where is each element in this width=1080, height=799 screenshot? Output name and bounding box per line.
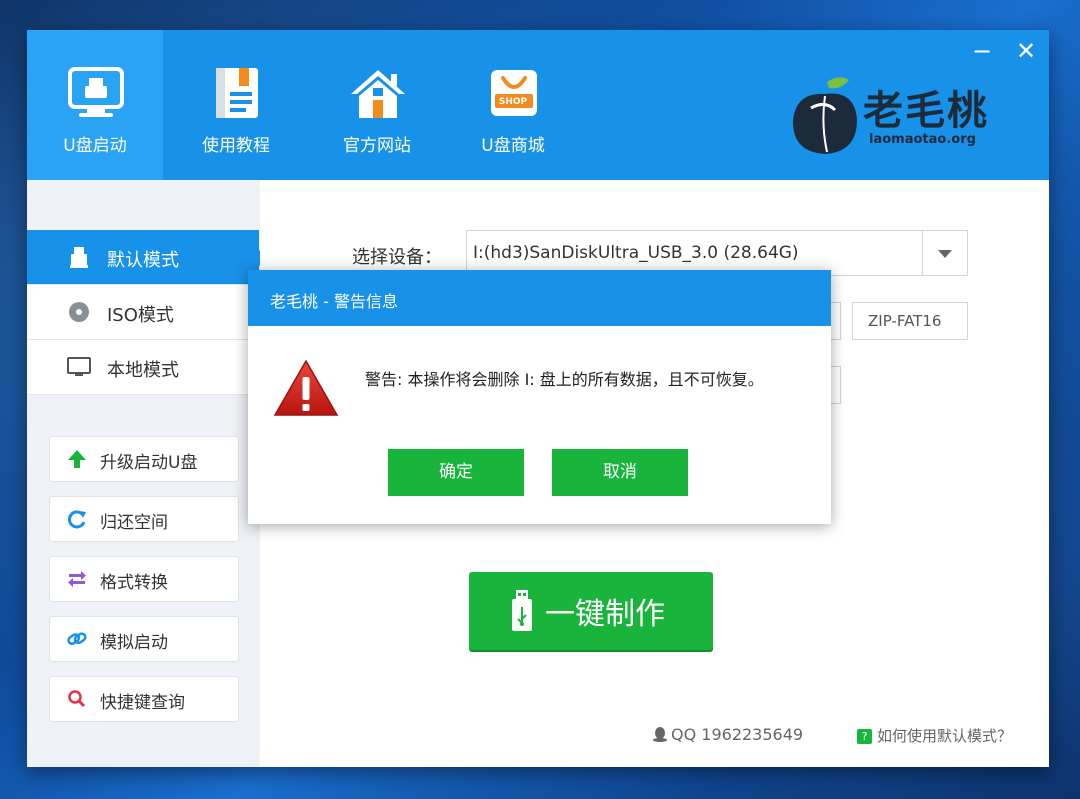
help-text: 如何使用默认模式？ — [877, 727, 1013, 745]
mode-iso[interactable]: ISO模式 — [27, 285, 260, 340]
brand-url: laomaotao.org — [869, 132, 976, 147]
nav-label: U盘商城 — [481, 136, 545, 156]
nav-label: 官方网站 — [343, 136, 411, 156]
hotkey-query-button[interactable]: 快捷键查询 — [49, 676, 239, 722]
shop-badge: SHOP — [498, 97, 528, 107]
qq-penguin-icon — [653, 727, 667, 742]
tool-label: 归还空间 — [100, 513, 168, 533]
peach-logo-icon — [793, 77, 857, 154]
minimize-button[interactable]: − — [969, 38, 995, 64]
refresh-icon — [68, 510, 86, 529]
sidebar: 默认模式 ISO模式 本地模式 升级启动U盘 归还空间 格式转换 模拟启动 快捷… — [27, 180, 267, 767]
warning-message: 警告: 本操作将会删除 I: 盘上的所有数据，且不可恢复。 — [365, 370, 764, 389]
make-button-label: 一键制作 — [545, 597, 665, 632]
qq-contact: QQ 1962235649 — [652, 725, 803, 744]
mode-label: 默认模式 — [107, 250, 179, 271]
upgrade-usb-button[interactable]: 升级启动U盘 — [49, 436, 239, 482]
monitor-usb-icon — [68, 67, 124, 117]
nav-usb-boot[interactable]: U盘启动 — [27, 30, 163, 180]
search-icon — [68, 690, 86, 708]
format-select[interactable]: ZIP-FAT16 — [852, 302, 968, 340]
nav-website[interactable]: 官方网站 — [309, 30, 445, 180]
document-icon — [216, 68, 258, 118]
header-bar: U盘启动 使用教程 官方网站 SHOP U盘商城 − ✕ 老毛桃 laomaot… — [27, 30, 1049, 180]
nav-label: 使用教程 — [202, 136, 270, 156]
cancel-button[interactable]: 取消 — [552, 449, 688, 496]
nav-tutorial[interactable]: 使用教程 — [168, 30, 304, 180]
nav-label: U盘启动 — [63, 136, 127, 156]
mode-label: 本地模式 — [107, 360, 179, 381]
tool-label: 格式转换 — [100, 573, 168, 593]
device-value: I:(hd3)SanDiskUltra_USB_3.0 (28.64G) — [473, 243, 799, 263]
shop-bag-icon — [491, 70, 537, 116]
home-icon — [351, 70, 405, 118]
mode-default[interactable]: 默认模式 — [27, 230, 267, 285]
chevron-down-icon[interactable] — [922, 231, 967, 275]
confirm-button[interactable]: 确定 — [388, 449, 524, 496]
brand-logo: 老毛桃 laomaotao.org — [791, 70, 1021, 160]
usb-drive-icon — [70, 247, 88, 268]
help-link[interactable]: ? 如何使用默认模式？ — [857, 725, 1012, 746]
help-icon: ? — [857, 729, 872, 744]
disc-icon — [69, 302, 89, 322]
device-label: 选择设备： — [352, 247, 442, 268]
restore-space-button[interactable]: 归还空间 — [49, 496, 239, 542]
one-click-make-button[interactable]: 一键制作 — [469, 572, 713, 650]
nav-shop[interactable]: SHOP U盘商城 — [445, 30, 581, 180]
mode-label: ISO模式 — [107, 305, 174, 326]
warning-dialog: 老毛桃 - 警告信息 警告: 本操作将会删除 I: 盘上的所有数据，且不可恢复。… — [248, 270, 831, 524]
tool-label: 升级启动U盘 — [100, 453, 198, 473]
arrow-up-icon — [68, 450, 86, 468]
monitor-icon — [67, 357, 91, 376]
tool-label: 快捷键查询 — [100, 693, 185, 713]
simulate-boot-button[interactable]: 模拟启动 — [49, 616, 239, 662]
dialog-title-bar: 老毛桃 - 警告信息 — [248, 270, 831, 326]
mode-local[interactable]: 本地模式 — [27, 340, 260, 395]
brand-name: 老毛桃 — [863, 87, 989, 134]
dialog-title: 老毛桃 - 警告信息 — [270, 292, 398, 311]
format-convert-button[interactable]: 格式转换 — [49, 556, 239, 602]
link-icon — [67, 632, 87, 646]
usb-stick-icon — [512, 590, 532, 631]
close-button[interactable]: ✕ — [1013, 38, 1039, 64]
warning-icon — [273, 359, 339, 416]
tool-label: 模拟启动 — [100, 633, 168, 653]
format-value: ZIP-FAT16 — [868, 312, 942, 330]
qq-text: QQ 1962235649 — [671, 725, 804, 744]
swap-icon — [68, 571, 86, 587]
